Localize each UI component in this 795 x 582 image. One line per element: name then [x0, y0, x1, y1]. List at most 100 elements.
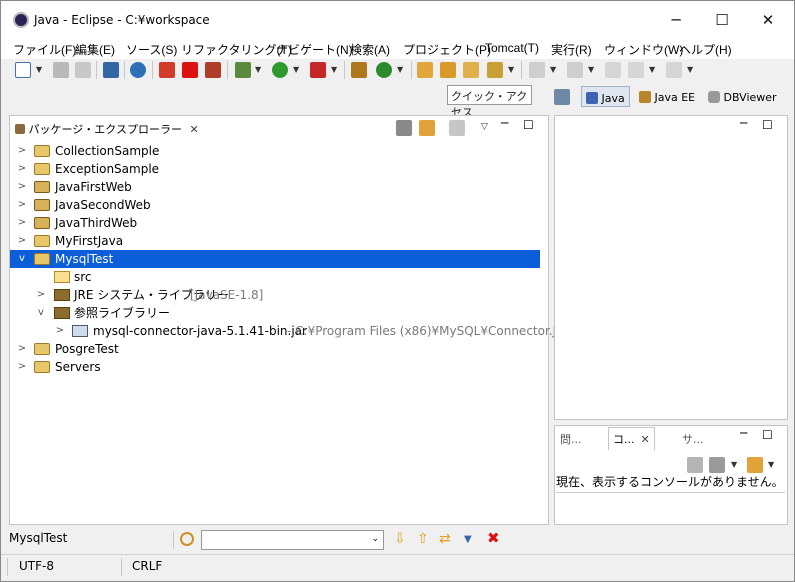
- collapse-all-icon[interactable]: [396, 120, 412, 136]
- tree-item-project[interactable]: > JavaThirdWeb: [10, 214, 540, 232]
- back-icon[interactable]: [628, 62, 644, 78]
- pin-console-icon[interactable]: [687, 457, 703, 473]
- minimize-view-icon[interactable]: ─: [740, 426, 747, 440]
- menu-run[interactable]: 実行(R): [551, 41, 592, 58]
- open-console-icon[interactable]: [747, 457, 763, 473]
- tree-item-project[interactable]: > MyFirstJava: [10, 232, 540, 250]
- chevron-down-icon[interactable]: ▼: [508, 65, 514, 74]
- chevron-down-icon[interactable]: ▼: [464, 534, 472, 545]
- tree-item-library[interactable]: > JRE システム・ライブラリー [JavaSE-1.8]: [10, 286, 540, 304]
- chevron-down-icon[interactable]: v: [16, 250, 28, 268]
- tree-item-source-folder[interactable]: src: [10, 268, 540, 286]
- perspective-java[interactable]: Java: [581, 86, 630, 107]
- run-icon[interactable]: [272, 62, 288, 78]
- arrow-down-icon[interactable]: ⇩: [394, 531, 406, 547]
- new-icon[interactable]: [15, 62, 31, 78]
- chevron-down-icon[interactable]: ⌄: [371, 534, 379, 544]
- menu-window[interactable]: ウィンドウ(W): [604, 41, 683, 58]
- tree-item-project[interactable]: > ExceptionSample: [10, 160, 540, 178]
- tab-problems[interactable]: 問...: [556, 428, 586, 450]
- perspective-java-ee[interactable]: Java EE: [635, 86, 699, 107]
- chevron-right-icon[interactable]: >: [16, 178, 28, 196]
- link-with-editor-icon[interactable]: [419, 120, 435, 136]
- open-type-icon[interactable]: [417, 62, 433, 78]
- perspective-dbviewer[interactable]: DBViewer: [704, 86, 781, 107]
- close-icon[interactable]: ✕: [641, 433, 650, 446]
- menu-help[interactable]: ヘルプ(H): [679, 41, 732, 58]
- close-icon[interactable]: ✕: [189, 123, 198, 136]
- chevron-down-icon[interactable]: ▼: [768, 460, 774, 469]
- chevron-down-icon[interactable]: ▼: [331, 65, 337, 74]
- tomcat-start-icon[interactable]: [159, 62, 175, 78]
- chevron-right-icon[interactable]: >: [16, 214, 28, 232]
- minimize-button[interactable]: ─: [653, 5, 699, 35]
- next-annotation-icon[interactable]: [529, 62, 545, 78]
- search-icon[interactable]: [487, 62, 503, 78]
- new-package-icon[interactable]: [351, 62, 367, 78]
- menu-edit[interactable]: 編集(E): [75, 41, 115, 58]
- chevron-down-icon[interactable]: ▼: [255, 65, 261, 74]
- tree-item-project[interactable]: > JavaSecondWeb: [10, 196, 540, 214]
- tab-servers[interactable]: サ...: [678, 428, 708, 450]
- open-resource-icon[interactable]: [440, 62, 456, 78]
- chevron-right-icon[interactable]: >: [16, 196, 28, 214]
- maximize-view-icon[interactable]: ☐: [762, 428, 773, 442]
- menu-source[interactable]: ソース(S): [126, 41, 177, 58]
- minimize-view-icon[interactable]: ─: [501, 116, 508, 130]
- tab-console[interactable]: コ... ✕: [608, 427, 655, 450]
- menu-project[interactable]: プロジェクト(P): [403, 41, 491, 58]
- new-class-icon[interactable]: [376, 62, 392, 78]
- chevron-down-icon[interactable]: v: [35, 304, 47, 322]
- chevron-down-icon[interactable]: ▼: [36, 65, 42, 74]
- open-task-icon[interactable]: [463, 62, 479, 78]
- tree-item-project[interactable]: > JavaFirstWeb: [10, 178, 540, 196]
- tomcat-restart-icon[interactable]: [205, 62, 221, 78]
- tab-package-explorer[interactable]: パッケージ・エクスプローラー ✕: [11, 118, 203, 140]
- gear-icon[interactable]: [130, 62, 146, 78]
- view-menu-icon[interactable]: ▽: [481, 122, 488, 132]
- close-find-icon[interactable]: ✖: [487, 529, 500, 547]
- chevron-down-icon[interactable]: ▼: [649, 65, 655, 74]
- maximize-button[interactable]: ☐: [699, 5, 745, 35]
- chevron-right-icon[interactable]: >: [16, 232, 28, 250]
- replace-icon[interactable]: ⇄: [439, 531, 451, 547]
- tomcat-stop-icon[interactable]: [182, 62, 198, 78]
- menu-file[interactable]: ファイル(F): [13, 41, 76, 58]
- chevron-down-icon[interactable]: ▼: [397, 65, 403, 74]
- chevron-right-icon[interactable]: >: [54, 322, 66, 340]
- tree-item-project-selected[interactable]: v MysqlTest: [10, 250, 540, 268]
- save-all-icon[interactable]: [75, 62, 91, 78]
- prev-annotation-icon[interactable]: [567, 62, 583, 78]
- tree-item-project[interactable]: > CollectionSample: [10, 142, 540, 160]
- maximize-view-icon[interactable]: ☐: [523, 118, 534, 132]
- external-tools-icon[interactable]: [310, 62, 326, 78]
- maximize-view-icon[interactable]: ☐: [762, 118, 773, 132]
- encoding-status[interactable]: UTF-8: [19, 559, 54, 573]
- chevron-down-icon[interactable]: ▼: [588, 65, 594, 74]
- save-icon[interactable]: [53, 62, 69, 78]
- display-console-icon[interactable]: [709, 457, 725, 473]
- forward-icon[interactable]: [666, 62, 682, 78]
- open-perspective-icon[interactable]: [554, 89, 570, 105]
- tree-item-jar[interactable]: > mysql-connector-java-5.1.41-bin.jar - C:…: [10, 322, 579, 340]
- chevron-right-icon[interactable]: >: [16, 340, 28, 358]
- arrow-up-icon[interactable]: ⇧: [417, 531, 429, 547]
- debug-icon[interactable]: [235, 62, 251, 78]
- menu-search[interactable]: 検索(A): [350, 41, 390, 58]
- tree-item-library[interactable]: v 参照ライブラリー: [10, 304, 540, 322]
- chevron-right-icon[interactable]: >: [35, 286, 47, 304]
- menu-navigate[interactable]: ナビゲート(N): [276, 41, 353, 58]
- find-input[interactable]: ⌄: [201, 530, 384, 550]
- chevron-right-icon[interactable]: >: [16, 160, 28, 178]
- terminal-icon[interactable]: [103, 62, 119, 78]
- chevron-down-icon[interactable]: ▼: [550, 65, 556, 74]
- chevron-right-icon[interactable]: >: [16, 358, 28, 376]
- menu-tomcat[interactable]: Tomcat(T): [485, 41, 539, 55]
- tree-item-project[interactable]: > PosgreTest: [10, 340, 540, 358]
- chevron-down-icon[interactable]: ▼: [731, 460, 737, 469]
- quick-access-input[interactable]: クイック・アクセス: [447, 85, 532, 119]
- line-ending-status[interactable]: CRLF: [132, 559, 162, 573]
- chevron-down-icon[interactable]: ▼: [293, 65, 299, 74]
- tree-item-project[interactable]: > Servers: [10, 358, 540, 376]
- focus-icon[interactable]: [449, 120, 465, 136]
